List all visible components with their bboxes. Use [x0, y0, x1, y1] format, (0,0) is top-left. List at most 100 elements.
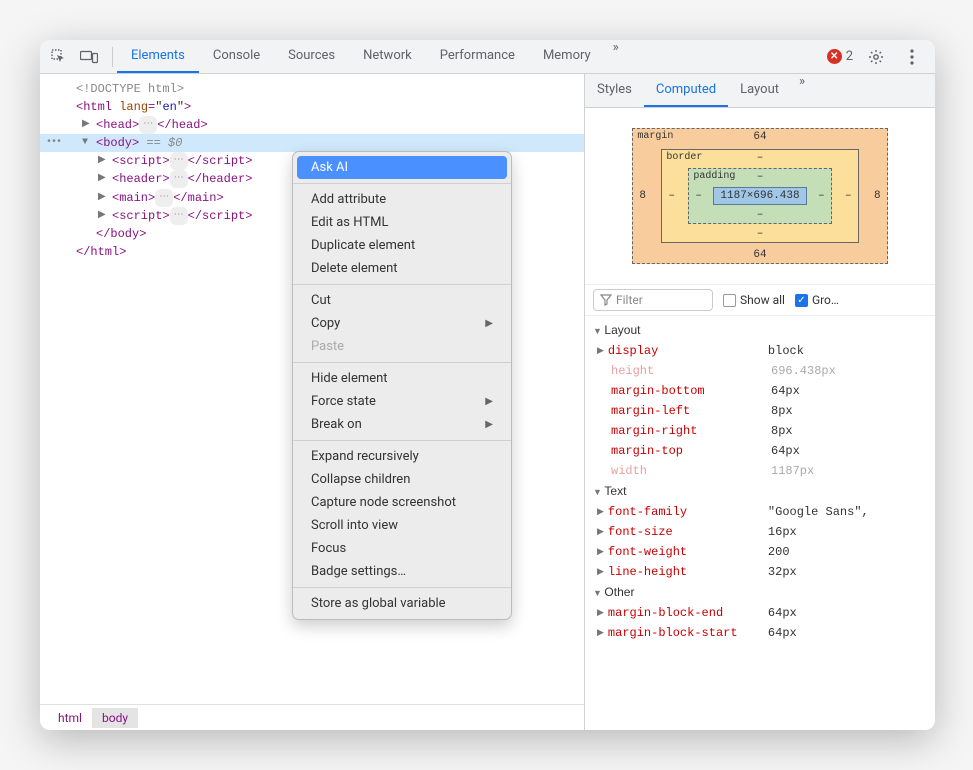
prop-row[interactable]: margin-block-end64px [593, 603, 927, 623]
breadcrumb-body[interactable]: body [92, 708, 138, 728]
prop-row[interactable]: line-height32px [593, 562, 927, 582]
padding-top-value[interactable]: – [757, 171, 764, 183]
prop-name: font-weight [608, 542, 768, 562]
margin-right-value[interactable]: 8 [874, 190, 881, 202]
prop-value: "Google Sans", [768, 502, 869, 522]
prop-name: margin-block-end [608, 603, 768, 623]
dom-node-doctype[interactable]: <!DOCTYPE html> [40, 80, 584, 98]
prop-name: margin-bottom [611, 381, 771, 401]
prop-value: 8px [771, 401, 793, 421]
prop-name: font-size [608, 522, 768, 542]
box-model[interactable]: margin 64 64 8 8 border – – – – paddin [585, 108, 935, 284]
error-icon: ✕ [827, 49, 842, 64]
tab-network[interactable]: Network [349, 40, 426, 73]
error-count: 2 [846, 49, 853, 64]
dom-node-head[interactable]: <head>⋯</head> [40, 116, 584, 134]
prop-row[interactable]: margin-bottom64px [593, 381, 927, 401]
tab-memory[interactable]: Memory [529, 40, 605, 73]
menu-expand[interactable]: Expand recursively [297, 445, 507, 468]
more-subtabs-icon[interactable]: » [791, 74, 813, 107]
more-tabs-icon[interactable]: » [605, 40, 627, 73]
tab-elements[interactable]: Elements [117, 40, 199, 73]
group-other[interactable]: Other [593, 582, 927, 603]
menu-copy[interactable]: Copy▶ [297, 312, 507, 335]
dom-node-html[interactable]: <html lang="en"> [40, 98, 584, 116]
margin-top-value[interactable]: 64 [753, 131, 766, 143]
menu-force-state[interactable]: Force state▶ [297, 390, 507, 413]
content-size[interactable]: 1187×696.438 [713, 187, 806, 205]
prop-value: 8px [771, 421, 793, 441]
margin-bottom-value[interactable]: 64 [753, 249, 766, 261]
group-checkbox[interactable]: ✓Gro… [795, 293, 839, 307]
prop-value: 64px [771, 441, 800, 461]
show-all-checkbox[interactable]: Show all [723, 293, 785, 307]
settings-gear-icon[interactable] [863, 44, 889, 70]
menu-scroll[interactable]: Scroll into view [297, 514, 507, 537]
filter-input[interactable]: Filter [593, 289, 713, 311]
padding-left-value[interactable]: – [695, 190, 702, 202]
devtools-panel: Elements Console Sources Network Perform… [40, 40, 935, 730]
menu-badge[interactable]: Badge settings… [297, 560, 507, 583]
menu-focus[interactable]: Focus [297, 537, 507, 560]
chevron-right-icon: ▶ [485, 419, 493, 430]
filter-row: Filter Show all ✓Gro… [585, 284, 935, 316]
prop-row[interactable]: font-weight200 [593, 542, 927, 562]
error-count-badge[interactable]: ✕ 2 [827, 49, 853, 64]
menu-collapse[interactable]: Collapse children [297, 468, 507, 491]
prop-row[interactable]: height696.438px [593, 361, 927, 381]
prop-row[interactable]: width1187px [593, 461, 927, 481]
menu-paste: Paste [297, 335, 507, 358]
prop-row[interactable]: margin-top64px [593, 441, 927, 461]
menu-cut[interactable]: Cut [297, 289, 507, 312]
prop-row[interactable]: font-size16px [593, 522, 927, 542]
prop-value: 200 [768, 542, 790, 562]
chevron-right-icon: ▶ [485, 396, 493, 407]
menu-screenshot[interactable]: Capture node screenshot [297, 491, 507, 514]
sub-tab-styles[interactable]: Styles [585, 74, 644, 107]
main-tabs: Elements Console Sources Network Perform… [117, 40, 627, 73]
prop-value: 16px [768, 522, 797, 542]
prop-name: width [611, 461, 771, 481]
prop-row[interactable]: displayblock [593, 341, 927, 361]
computed-properties[interactable]: Layout displayblockheight696.438pxmargin… [585, 316, 935, 730]
sub-tab-computed[interactable]: Computed [644, 74, 728, 107]
border-top-value[interactable]: – [757, 152, 764, 164]
device-icon[interactable] [76, 44, 102, 70]
menu-duplicate[interactable]: Duplicate element [297, 234, 507, 257]
kebab-menu-icon[interactable] [899, 44, 925, 70]
margin-left-value[interactable]: 8 [639, 190, 646, 202]
menu-delete[interactable]: Delete element [297, 257, 507, 280]
group-text[interactable]: Text [593, 481, 927, 502]
prop-value: block [768, 341, 804, 361]
inspect-icon[interactable] [46, 44, 72, 70]
breadcrumb-html[interactable]: html [48, 708, 92, 728]
menu-break-on[interactable]: Break on▶ [297, 413, 507, 436]
prop-row[interactable]: margin-right8px [593, 421, 927, 441]
filter-placeholder: Filter [616, 293, 643, 307]
chevron-right-icon: ▶ [485, 318, 493, 329]
prop-row[interactable]: font-family"Google Sans", [593, 502, 927, 522]
dom-node-body-selected[interactable]: <body> == $0 [40, 134, 584, 152]
menu-hide[interactable]: Hide element [297, 367, 507, 390]
tab-console[interactable]: Console [199, 40, 274, 73]
padding-right-value[interactable]: – [818, 190, 825, 202]
border-bottom-value[interactable]: – [757, 228, 764, 240]
prop-row[interactable]: margin-left8px [593, 401, 927, 421]
sub-tab-layout[interactable]: Layout [728, 74, 791, 107]
tab-sources[interactable]: Sources [274, 40, 349, 73]
menu-store[interactable]: Store as global variable [297, 592, 507, 615]
funnel-icon [600, 294, 612, 306]
border-right-value[interactable]: – [845, 190, 852, 202]
prop-row[interactable]: margin-block-start64px [593, 623, 927, 643]
props-text: font-family"Google Sans",font-size16pxfo… [593, 502, 927, 582]
tab-performance[interactable]: Performance [426, 40, 529, 73]
menu-edit-html[interactable]: Edit as HTML [297, 211, 507, 234]
border-left-value[interactable]: – [668, 190, 675, 202]
menu-add-attribute[interactable]: Add attribute [297, 188, 507, 211]
padding-bottom-value[interactable]: – [757, 209, 764, 221]
prop-value: 64px [771, 381, 800, 401]
props-layout: displayblockheight696.438pxmargin-bottom… [593, 341, 927, 481]
group-layout[interactable]: Layout [593, 320, 927, 341]
menu-ask-ai[interactable]: Ask AI [297, 156, 507, 179]
prop-name: margin-top [611, 441, 771, 461]
